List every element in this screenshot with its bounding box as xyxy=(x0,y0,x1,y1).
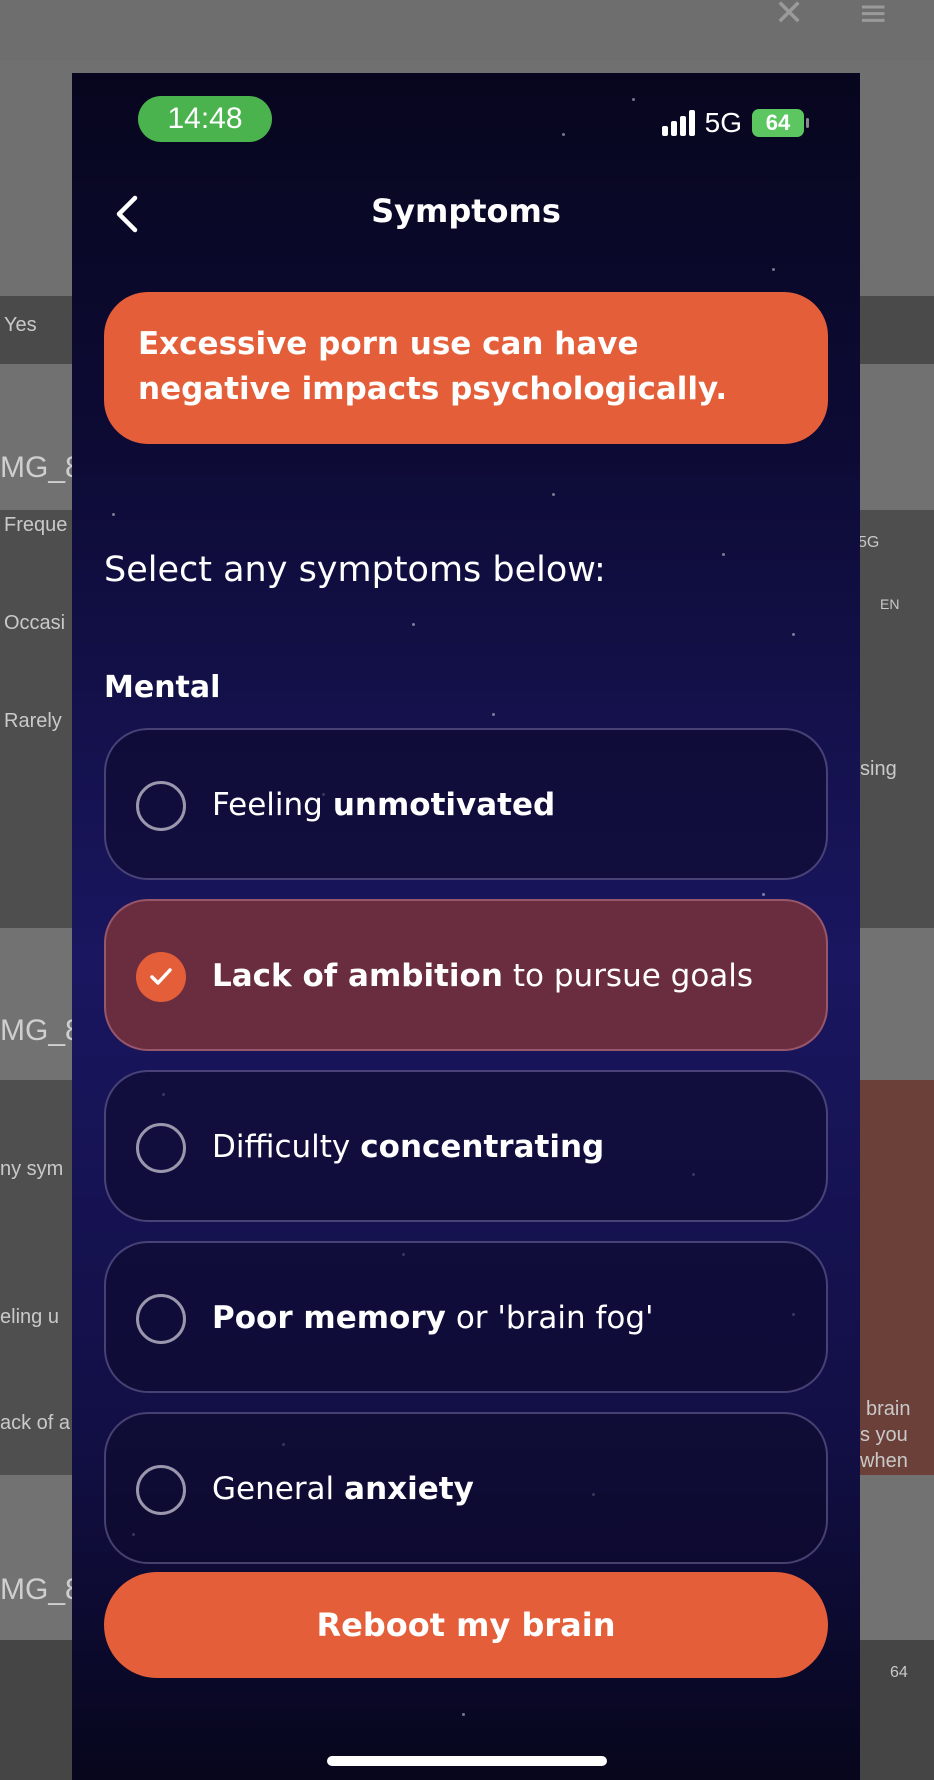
label-part-bold: anxiety xyxy=(344,1471,474,1507)
close-icon: ✕ xyxy=(774,0,805,34)
label-part: to pursue goals xyxy=(512,958,754,994)
bg-text: MG_8 xyxy=(0,1014,82,1047)
bg-text: s you xyxy=(860,1424,908,1446)
bg-text: Occasi xyxy=(4,612,66,634)
symptom-list[interactable]: Feeling unmotivated Lack of ambition to pu… xyxy=(72,728,860,1596)
label-part-bold: unmotivated xyxy=(332,787,556,823)
symptom-label: Poor memory or 'brain fog' xyxy=(212,1243,654,1393)
radio-icon[interactable] xyxy=(136,1465,186,1515)
label-part: Difficulty xyxy=(212,1129,351,1165)
label-part: or 'brain fog' xyxy=(455,1300,654,1336)
symptom-option[interactable]: Lack of ambition to pursue goals xyxy=(104,899,828,1051)
bg-text: MG_8 xyxy=(0,1573,82,1606)
symptom-option[interactable]: Difficulty concentrating xyxy=(104,1070,828,1222)
label-part: Feeling xyxy=(212,787,323,823)
instruction-text: Select any symptoms below: xyxy=(104,550,606,590)
sliders-icon: ≡ xyxy=(858,0,889,34)
bg-text: brain xyxy=(866,1398,911,1420)
label-part-bold: Lack of ambition xyxy=(212,958,503,994)
bg-text: ny sym xyxy=(0,1158,64,1180)
reboot-brain-button[interactable]: Reboot my brain xyxy=(104,1572,828,1678)
bg-text: Rarely xyxy=(4,710,62,732)
label-part-bold: Poor memory xyxy=(212,1300,446,1336)
symptom-label: General anxiety xyxy=(212,1414,474,1564)
bg-text: Freque xyxy=(4,514,68,536)
bg-text: sing xyxy=(860,758,897,780)
phone-screen: 14:48 5G 64 Symptoms Excessive porn use … xyxy=(72,73,860,1780)
bg-accent-panel: brain s you when xyxy=(860,1080,934,1475)
bg-text: ack of a xyxy=(0,1412,71,1434)
symptom-option[interactable]: Feeling unmotivated xyxy=(104,728,828,880)
symptom-label: Lack of ambition to pursue goals xyxy=(212,901,753,1051)
page-title: Symptoms xyxy=(371,192,561,230)
warning-banner: Excessive porn use can have negative imp… xyxy=(104,292,828,444)
bg-text: EN xyxy=(880,596,900,612)
label-part: General xyxy=(212,1471,335,1507)
radio-icon[interactable] xyxy=(136,1123,186,1173)
checkmark-icon[interactable] xyxy=(136,952,186,1002)
bg-text: Yes xyxy=(4,314,37,336)
symptom-option[interactable]: General anxiety xyxy=(104,1412,828,1564)
bg-text: MG_8 xyxy=(0,451,82,484)
section-label-mental: Mental xyxy=(104,670,221,705)
home-indicator[interactable] xyxy=(327,1756,607,1766)
bg-text: 5G xyxy=(858,534,880,551)
battery-icon: 64 xyxy=(752,109,809,137)
bg-text: 64 xyxy=(890,1664,908,1681)
signal-icon xyxy=(661,110,695,136)
symptom-label: Feeling unmotivated xyxy=(212,730,555,880)
symptom-option[interactable]: Poor memory or 'brain fog' xyxy=(104,1241,828,1393)
nav-bar: Symptoms xyxy=(72,178,860,248)
battery-level: 64 xyxy=(765,110,791,135)
symptom-label: Difficulty concentrating xyxy=(212,1072,604,1222)
bg-text: eling u xyxy=(0,1306,59,1328)
status-time: 14:48 xyxy=(138,96,272,142)
status-indicators: 5G 64 xyxy=(661,103,809,143)
bg-text: when xyxy=(860,1450,908,1472)
network-type: 5G xyxy=(704,107,742,138)
radio-icon[interactable] xyxy=(136,1294,186,1344)
radio-icon[interactable] xyxy=(136,781,186,831)
label-part-bold: concentrating xyxy=(360,1129,605,1165)
bg-top-bar: ✕ ≡ xyxy=(0,0,934,60)
